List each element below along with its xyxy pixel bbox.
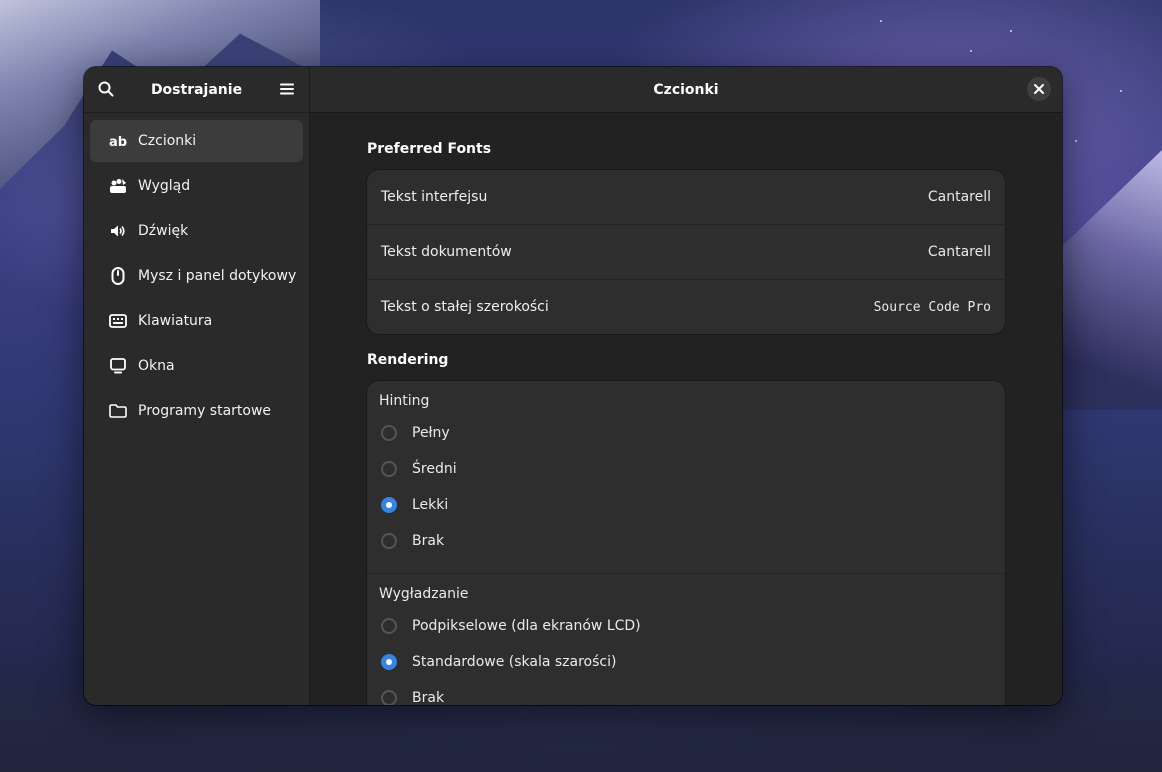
folder-icon [108, 401, 128, 421]
sidebar-item-appearance[interactable]: Wygląd [90, 165, 303, 207]
antialiasing-option-none[interactable]: Brak [379, 680, 993, 705]
font-row-document[interactable]: Tekst dokumentów Cantarell [367, 225, 1005, 280]
sidebar-item-label: Okna [138, 358, 175, 374]
radio-button[interactable] [381, 425, 397, 441]
sidebar-item-label: Programy startowe [138, 403, 272, 419]
sidebar: Dostrajanie ab Czcionki Wygląd Dźwięk My… [84, 67, 310, 705]
svg-text:ab: ab [109, 135, 127, 148]
hinting-option-full[interactable]: Pełny [379, 415, 993, 451]
hinting-group: Hinting Pełny Średni Lekki Brak [367, 381, 1005, 574]
radio-button[interactable] [381, 618, 397, 634]
hinting-option-slight[interactable]: Lekki [379, 487, 993, 523]
appearance-icon [108, 176, 128, 196]
rendering-card: Hinting Pełny Średni Lekki Brak Wygładza… [367, 381, 1005, 705]
wallpaper-star [1010, 30, 1012, 32]
section-title-preferred-fonts: Preferred Fonts [367, 141, 492, 157]
hinting-option-none[interactable]: Brak [379, 523, 993, 559]
radio-label: Brak [412, 533, 445, 549]
mouse-icon [108, 266, 128, 286]
radio-button[interactable] [381, 461, 397, 477]
font-row-interface[interactable]: Tekst interfejsu Cantarell [367, 170, 1005, 225]
radio-button[interactable] [381, 690, 397, 705]
close-button[interactable] [1027, 77, 1051, 101]
sidebar-item-fonts[interactable]: ab Czcionki [90, 120, 303, 162]
main-pane: Czcionki Preferred Fonts Tekst interfejs… [310, 67, 1062, 705]
speaker-icon [108, 221, 128, 241]
radio-button[interactable] [381, 533, 397, 549]
sidebar-item-keyboard[interactable]: Klawiatura [90, 300, 303, 342]
font-row-monospace[interactable]: Tekst o stałej szerokości Source Code Pr… [367, 280, 1005, 334]
wallpaper-star [1120, 90, 1122, 92]
radio-label: Lekki [412, 497, 449, 513]
antialiasing-group: Wygładzanie Podpikselowe (dla ekranów LC… [367, 574, 1005, 705]
page-title: Czcionki [653, 81, 719, 98]
radio-button[interactable] [381, 497, 397, 513]
keyboard-icon [108, 311, 128, 331]
sidebar-item-windows[interactable]: Okna [90, 345, 303, 387]
monitor-icon [108, 356, 128, 376]
sidebar-item-label: Dźwięk [138, 223, 189, 239]
antialiasing-title: Wygładzanie [379, 586, 469, 602]
radio-label: Pełny [412, 425, 450, 441]
main-menu-button[interactable] [272, 74, 302, 104]
sidebar-item-label: Wygląd [138, 178, 191, 194]
sidebar-list: ab Czcionki Wygląd Dźwięk Mysz i panel d… [84, 113, 309, 442]
sidebar-item-sound[interactable]: Dźwięk [90, 210, 303, 252]
antialiasing-option-grayscale[interactable]: Standardowe (skala szarości) [379, 644, 993, 680]
sidebar-item-label: Mysz i panel dotykowy [138, 268, 297, 284]
font-value[interactable]: Cantarell [928, 189, 991, 205]
sidebar-item-label: Klawiatura [138, 313, 213, 329]
close-icon [1034, 84, 1044, 94]
radio-label: Brak [412, 690, 445, 705]
preferred-fonts-card: Tekst interfejsu Cantarell Tekst dokumen… [367, 170, 1005, 334]
font-value[interactable]: Source Code Pro [874, 300, 991, 315]
radio-label: Podpikselowe (dla ekranów LCD) [412, 618, 641, 634]
section-title-rendering: Rendering [367, 352, 449, 368]
sidebar-item-label: Czcionki [138, 133, 197, 149]
hinting-title: Hinting [379, 393, 430, 409]
radio-button[interactable] [381, 654, 397, 670]
wallpaper-star [880, 20, 882, 22]
hamburger-menu-icon [280, 83, 294, 95]
sidebar-item-mouse-touchpad[interactable]: Mysz i panel dotykowy [90, 255, 303, 297]
settings-content: Preferred Fonts Tekst interfejsu Cantare… [310, 113, 1062, 705]
antialiasing-option-subpixel[interactable]: Podpikselowe (dla ekranów LCD) [379, 608, 993, 644]
main-header: Czcionki [310, 67, 1062, 113]
row-label: Tekst dokumentów [381, 244, 512, 260]
radio-label: Standardowe (skala szarości) [412, 654, 617, 670]
fonts-ab-icon: ab [108, 131, 128, 151]
wallpaper-star [970, 50, 972, 52]
wallpaper-star [1075, 140, 1077, 142]
sidebar-item-startup-apps[interactable]: Programy startowe [90, 390, 303, 432]
row-label: Tekst o stałej szerokości [381, 299, 549, 315]
row-label: Tekst interfejsu [381, 189, 488, 205]
radio-label: Średni [412, 461, 457, 477]
app-window: Dostrajanie ab Czcionki Wygląd Dźwięk My… [84, 67, 1062, 705]
sidebar-header: Dostrajanie [84, 67, 309, 113]
hinting-option-medium[interactable]: Średni [379, 451, 993, 487]
font-value[interactable]: Cantarell [928, 244, 991, 260]
